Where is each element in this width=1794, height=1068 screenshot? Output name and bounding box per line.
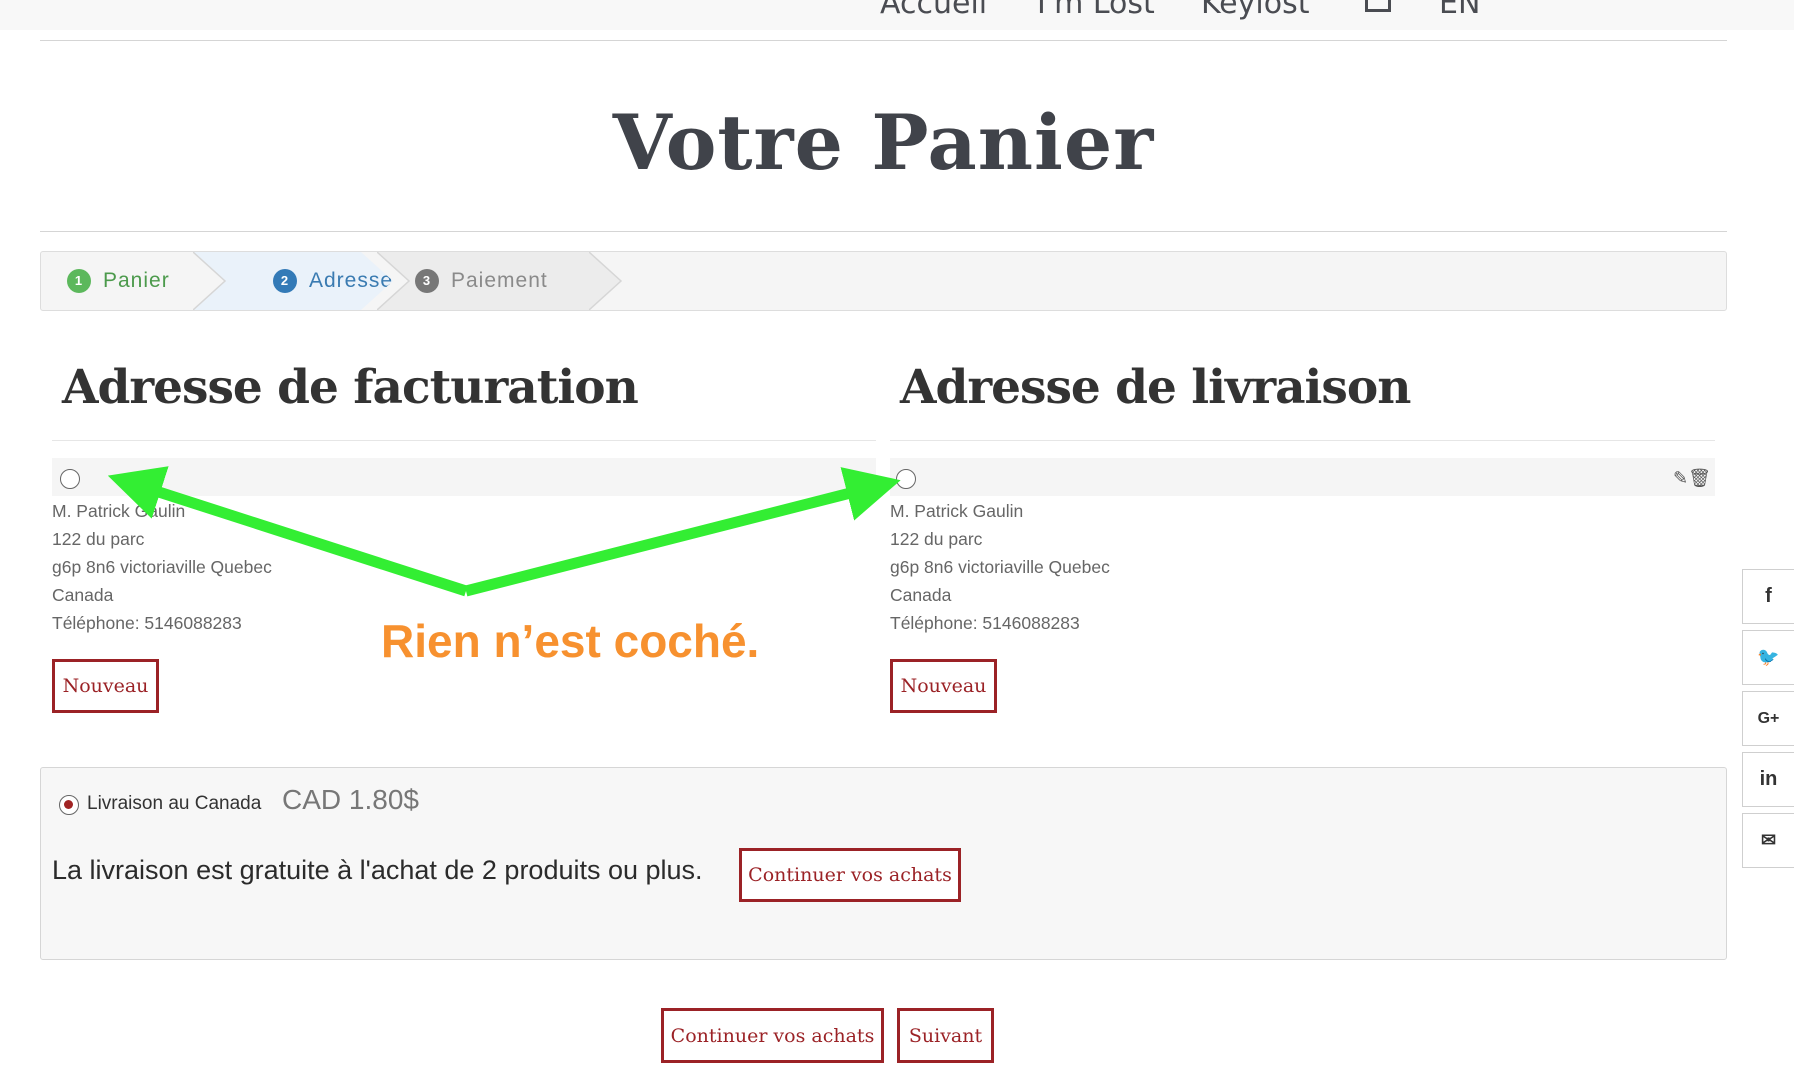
arrow-to-shipping-radio — [464, 467, 901, 597]
arrow-to-billing-radio — [107, 466, 468, 597]
annotation-text: Rien n’est coché. — [381, 615, 760, 667]
annotation-arrows — [107, 466, 901, 597]
